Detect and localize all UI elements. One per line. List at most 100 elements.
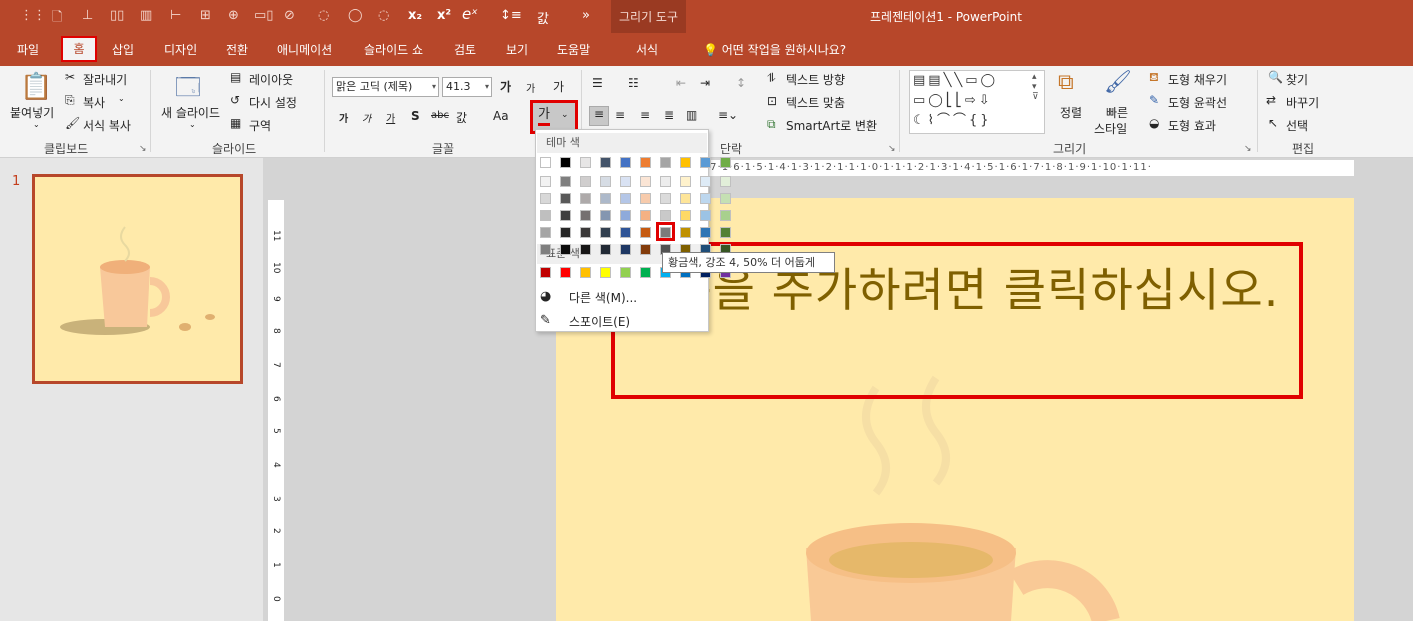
section-button[interactable]: 구역 bbox=[249, 117, 271, 134]
theme-tint-swatch[interactable] bbox=[680, 210, 691, 221]
font-name-combo[interactable]: 맑은 고딕 (제목) ▾ bbox=[332, 77, 439, 97]
theme-tint-swatch[interactable] bbox=[720, 210, 731, 221]
standard-color-swatch[interactable] bbox=[560, 267, 571, 278]
decrease-indent-icon[interactable]: ⇤ bbox=[676, 76, 686, 90]
find-icon[interactable]: 🔍 bbox=[1268, 70, 1283, 84]
format-painter-icon[interactable]: 🖌 bbox=[65, 116, 80, 130]
group-icon[interactable]: ⊞ bbox=[200, 8, 211, 23]
theme-color-swatch[interactable] bbox=[640, 157, 651, 168]
clear-format-button[interactable]: 가 bbox=[553, 78, 564, 95]
align-options-button[interactable]: ≡⌄ bbox=[718, 108, 738, 122]
shapes-gallery[interactable]: ▤▤╲╲▭◯ ▭◯⎣⎣⇨⇩ ☾⌇⌒⌒{} bbox=[909, 70, 1045, 134]
smartart-icon[interactable]: ⧉ bbox=[767, 117, 776, 132]
standard-color-swatch[interactable] bbox=[540, 267, 551, 278]
character-spacing-button[interactable]: 갌 bbox=[456, 109, 467, 126]
bar-chart-icon[interactable]: ▥ bbox=[140, 8, 152, 23]
theme-color-swatch[interactable] bbox=[540, 157, 551, 168]
theme-color-swatch[interactable] bbox=[560, 157, 571, 168]
shape-effects-button[interactable]: 도형 효과 bbox=[1168, 117, 1216, 134]
theme-tint-swatch[interactable] bbox=[620, 244, 631, 255]
find-button[interactable]: 찾기 bbox=[1286, 71, 1308, 88]
arrange-icon[interactable]: ⧉ bbox=[1058, 70, 1074, 95]
shape-effects-icon[interactable]: ◒ bbox=[1149, 116, 1159, 130]
distribute-icon[interactable]: ▯▯ bbox=[110, 8, 124, 23]
theme-tint-swatch[interactable] bbox=[660, 210, 671, 221]
tab-format[interactable]: 서식 bbox=[636, 41, 658, 58]
theme-tint-swatch[interactable] bbox=[640, 193, 651, 204]
standard-color-swatch[interactable] bbox=[640, 267, 651, 278]
tab-home[interactable]: 홈 bbox=[61, 36, 97, 62]
theme-tint-swatch[interactable] bbox=[660, 176, 671, 187]
theme-tint-swatch[interactable] bbox=[620, 210, 631, 221]
chevron-down-icon[interactable]: ⌄ bbox=[189, 120, 196, 129]
theme-tint-swatch[interactable] bbox=[680, 227, 691, 238]
theme-tint-swatch[interactable] bbox=[580, 210, 591, 221]
tab-view[interactable]: 보기 bbox=[506, 41, 528, 58]
tab-help[interactable]: 도움말 bbox=[557, 41, 590, 58]
cut-button[interactable]: 잘라내기 bbox=[83, 71, 127, 88]
font-spacing-icon[interactable]: 갌 bbox=[537, 8, 549, 27]
theme-color-swatch[interactable] bbox=[720, 157, 731, 168]
gallery-scroll-icon[interactable]: ▴ ▾ ⊽ bbox=[1032, 72, 1039, 102]
theme-tint-swatch[interactable] bbox=[560, 227, 571, 238]
slide-thumbnail[interactable] bbox=[32, 174, 243, 384]
arrange-button[interactable]: 정렬 bbox=[1060, 104, 1082, 121]
quick-styles-icon[interactable]: 🖌 bbox=[1104, 70, 1132, 95]
theme-tint-swatch[interactable] bbox=[720, 227, 731, 238]
quick-styles-label[interactable]: 빠른 bbox=[1106, 104, 1128, 121]
shrink-font-button[interactable]: 가 bbox=[526, 80, 535, 95]
tab-design[interactable]: 디자인 bbox=[164, 41, 197, 58]
grow-font-button[interactable]: 가 bbox=[500, 78, 511, 95]
theme-tint-swatch[interactable] bbox=[580, 244, 591, 255]
theme-tint-swatch[interactable] bbox=[660, 193, 671, 204]
align-icon[interactable]: ⊥ bbox=[82, 8, 93, 23]
change-case-button[interactable]: Aa bbox=[493, 109, 509, 123]
theme-tint-swatch[interactable] bbox=[540, 193, 551, 204]
line-spacing-icon[interactable]: ↕≡ bbox=[500, 8, 522, 23]
copy-button[interactable]: 복사 bbox=[83, 94, 105, 111]
line-spacing-icon[interactable]: ↕ bbox=[736, 76, 746, 90]
more-icon[interactable]: » bbox=[582, 8, 590, 23]
tab-slideshow[interactable]: 슬라이드 쇼 bbox=[364, 41, 423, 58]
justify-button[interactable]: ≣ bbox=[664, 108, 674, 122]
theme-tint-swatch[interactable] bbox=[580, 176, 591, 187]
quick-styles-label-2[interactable]: 스타일 bbox=[1094, 120, 1127, 137]
paste-icon[interactable]: 📋 bbox=[20, 72, 52, 102]
numbering-icon[interactable]: ☷ bbox=[628, 76, 639, 90]
increase-indent-icon[interactable]: ⇥ bbox=[700, 76, 710, 90]
theme-tint-swatch[interactable] bbox=[600, 176, 611, 187]
tab-review[interactable]: 검토 bbox=[454, 41, 476, 58]
oval-icon[interactable]: ◯ bbox=[348, 8, 363, 23]
theme-tint-swatch[interactable] bbox=[680, 193, 691, 204]
dialog-launcher-icon[interactable]: ↘ bbox=[1244, 144, 1252, 154]
theme-tint-swatch[interactable] bbox=[540, 210, 551, 221]
chevron-down-icon[interactable]: ⌄ bbox=[33, 120, 40, 129]
standard-color-swatch[interactable] bbox=[620, 267, 631, 278]
shape-outline-button[interactable]: 도형 윤곽선 bbox=[1168, 94, 1227, 111]
eyedropper-item[interactable]: 스포이트(E) bbox=[569, 313, 630, 330]
shape3-icon[interactable]: ◌ bbox=[318, 8, 329, 23]
theme-tint-swatch[interactable] bbox=[620, 176, 631, 187]
more-colors-item[interactable]: 다른 색(M)... bbox=[569, 289, 637, 306]
italic-button[interactable]: 가 bbox=[362, 110, 371, 125]
theme-tint-swatch[interactable] bbox=[600, 210, 611, 221]
dialog-launcher-icon[interactable]: ↘ bbox=[139, 144, 147, 154]
shape2-icon[interactable]: ⊘ bbox=[284, 8, 295, 23]
section-icon[interactable]: ▦ bbox=[230, 116, 241, 130]
theme-tint-swatch[interactable] bbox=[700, 176, 711, 187]
shape-fill-button[interactable]: 도형 채우기 bbox=[1168, 71, 1227, 88]
theme-color-swatch[interactable] bbox=[680, 157, 691, 168]
align-left-icon[interactable]: ⊢ bbox=[170, 8, 181, 23]
replace-button[interactable]: 바꾸기 bbox=[1286, 94, 1319, 111]
theme-tint-swatch[interactable] bbox=[700, 193, 711, 204]
theme-color-swatch[interactable] bbox=[620, 157, 631, 168]
bullets-icon[interactable]: ☰ bbox=[592, 76, 603, 90]
theme-tint-swatch[interactable] bbox=[620, 193, 631, 204]
new-slide-button[interactable]: 새 슬라이드 bbox=[161, 104, 220, 121]
theme-color-swatch[interactable] bbox=[580, 157, 591, 168]
chevron-down-icon[interactable]: ⌄ bbox=[118, 94, 125, 103]
smartart-button[interactable]: SmartArt로 변환 bbox=[786, 117, 877, 134]
tab-file[interactable]: 파일 bbox=[17, 41, 39, 58]
shape-fill-icon[interactable]: ⛾ bbox=[1149, 70, 1159, 86]
standard-color-swatch[interactable] bbox=[580, 267, 591, 278]
